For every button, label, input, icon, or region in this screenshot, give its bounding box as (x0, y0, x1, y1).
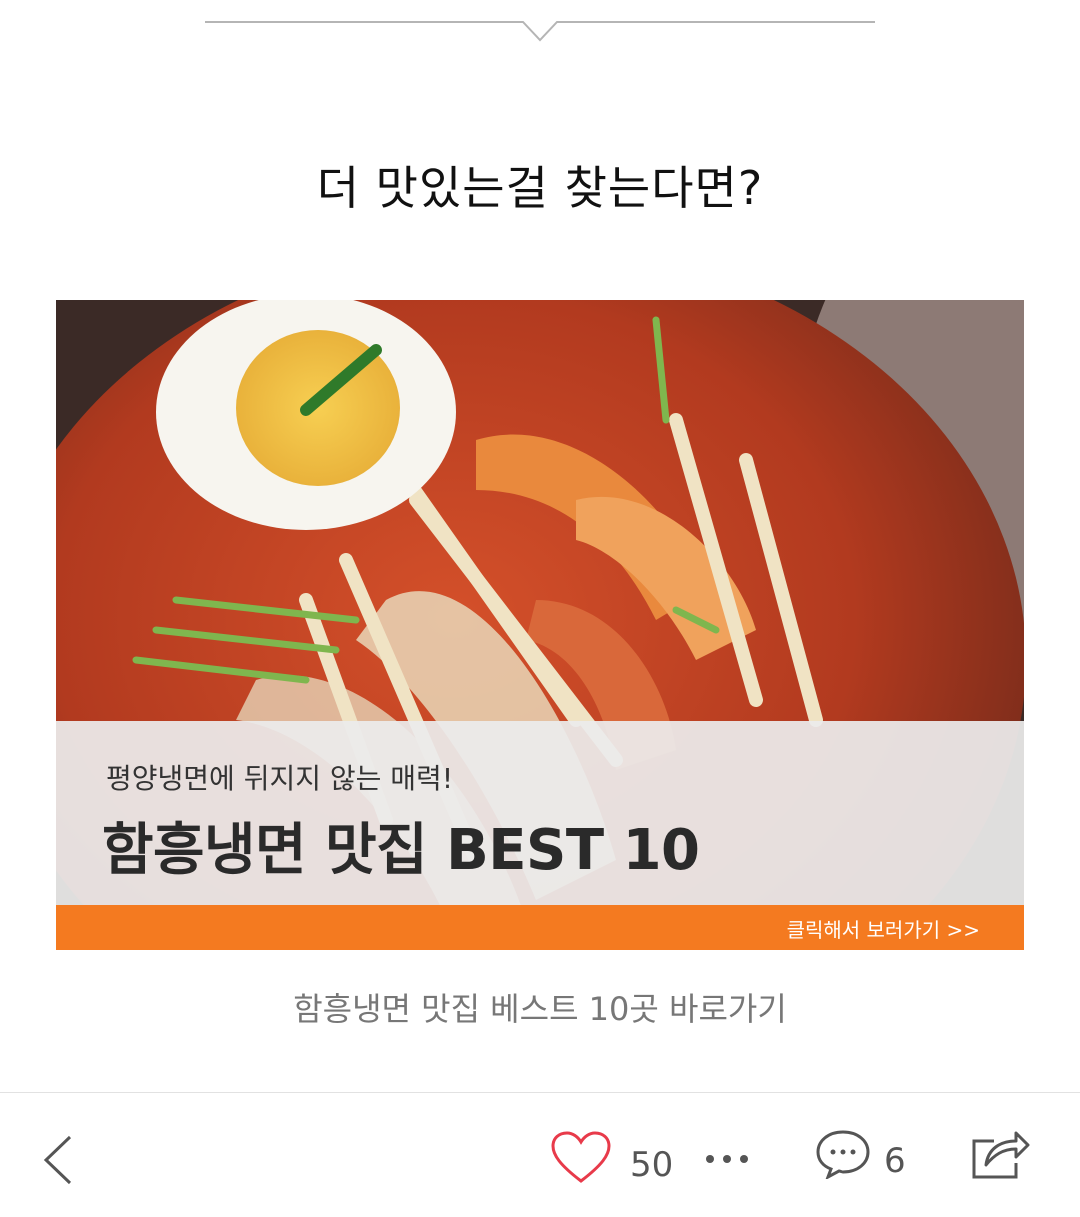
banner-cta-label[interactable]: 클릭해서 보러가기 >> (787, 914, 980, 943)
banner-subtitle: 평양냉면에 뒤지지 않는 매력! (106, 762, 454, 795)
banner-link-caption[interactable]: 함흥냉면 맛집 베스트 10곳 바로가기 (0, 984, 1080, 1030)
comment-count: 6 (884, 1141, 906, 1181)
banner-title: 함흥냉면 맛집 BEST 10 (102, 818, 700, 883)
promo-banner[interactable]: 평양냉면에 뒤지지 않는 매력! 함흥냉면 맛집 BEST 10 클릭해서 보러… (56, 300, 1024, 950)
section-heading: 더 맛있는걸 찾는다면? (316, 161, 764, 215)
chevron-left-icon[interactable] (40, 1133, 76, 1187)
ellipsis-icon[interactable] (704, 1153, 750, 1165)
share-icon[interactable] (970, 1127, 1032, 1181)
banner-caption-panel: 평양냉면에 뒤지지 않는 매력! 함흥냉면 맛집 BEST 10 (56, 721, 1024, 905)
bottom-toolbar: 50 6 (0, 1092, 1080, 1217)
speech-bubble-icon[interactable] (815, 1129, 871, 1179)
section-divider (205, 18, 875, 48)
banner-cta-bar[interactable]: 클릭해서 보러가기 >> (56, 905, 1024, 950)
heart-icon[interactable] (550, 1131, 612, 1185)
like-count: 50 (630, 1145, 674, 1185)
